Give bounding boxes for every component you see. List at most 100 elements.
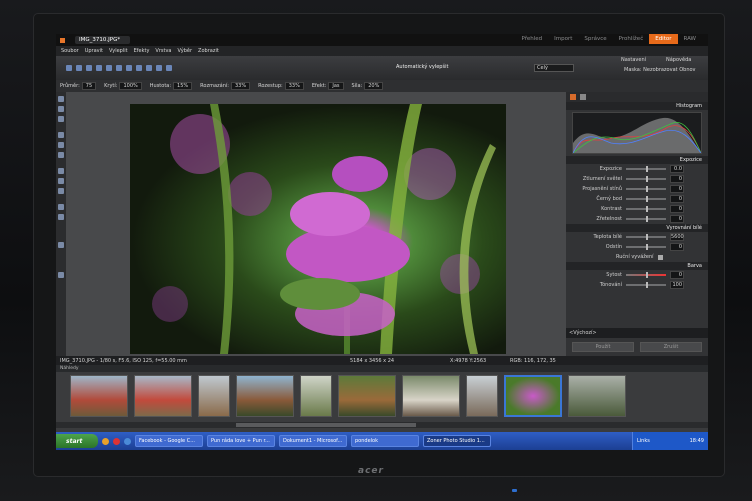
mode-tab-import[interactable]: Import bbox=[548, 34, 578, 44]
blur-field[interactable]: 33% bbox=[230, 82, 251, 90]
print-icon[interactable] bbox=[106, 65, 112, 71]
taskbar-item[interactable]: Dokument1 - Microsof... bbox=[279, 435, 347, 447]
diameter-field[interactable]: 75 bbox=[81, 82, 97, 90]
help-button[interactable]: Nápověda bbox=[666, 57, 691, 63]
move-tool-icon[interactable] bbox=[58, 96, 64, 102]
shadows-slider[interactable] bbox=[626, 186, 666, 192]
selection-tool-icon[interactable] bbox=[58, 106, 64, 112]
menu-file[interactable]: Soubor bbox=[61, 48, 79, 54]
quicklaunch-icon[interactable] bbox=[102, 437, 109, 445]
temperature-value[interactable]: 5600 bbox=[670, 233, 684, 241]
print-tab-icon[interactable] bbox=[580, 94, 586, 100]
mask-select[interactable]: Maska: Nezobrazovat Obnov bbox=[624, 67, 696, 73]
fill-tool-icon[interactable] bbox=[58, 214, 64, 220]
menu-effects[interactable]: Efekty bbox=[134, 48, 150, 54]
menu-enhance[interactable]: Vyleplit bbox=[109, 48, 128, 54]
image-canvas[interactable] bbox=[66, 92, 566, 356]
temperature-slider[interactable] bbox=[626, 234, 666, 240]
thumbnail-selected[interactable] bbox=[504, 375, 562, 417]
undo-icon[interactable] bbox=[66, 65, 72, 71]
white-balance-header[interactable]: Vyrovnání bílé bbox=[566, 224, 708, 232]
cancel-button[interactable]: Zrušit bbox=[640, 342, 702, 352]
clone-tool-icon[interactable] bbox=[58, 142, 64, 148]
save-icon[interactable] bbox=[96, 65, 102, 71]
thumbnail[interactable] bbox=[134, 375, 192, 417]
menu-selection[interactable]: Výběr bbox=[177, 48, 192, 54]
mode-tab-manager[interactable]: Správce bbox=[578, 34, 612, 44]
text-tool-icon[interactable] bbox=[58, 188, 64, 194]
mode-tab-viewer[interactable]: Prohlížeč bbox=[613, 34, 650, 44]
shape-tool-icon[interactable] bbox=[58, 242, 64, 248]
histogram-header[interactable]: Histogram bbox=[566, 102, 708, 110]
taskbar-item[interactable]: Facebook - Google C... bbox=[135, 435, 203, 447]
contrast-value[interactable]: 0 bbox=[670, 205, 684, 213]
eyedropper-icon[interactable] bbox=[657, 254, 663, 260]
tint-value[interactable]: 0 bbox=[670, 243, 684, 251]
dodge-tool-icon[interactable] bbox=[58, 178, 64, 184]
language-indicator[interactable]: Links bbox=[637, 438, 650, 444]
effect-select[interactable]: Jas bbox=[328, 82, 344, 90]
highlights-value[interactable]: 0 bbox=[670, 175, 684, 183]
quicklaunch-icon[interactable] bbox=[113, 437, 120, 445]
menu-layer[interactable]: Vrstva bbox=[155, 48, 171, 54]
thumbnail[interactable] bbox=[568, 375, 626, 417]
red-eye-tool-icon[interactable] bbox=[58, 168, 64, 174]
menu-edit[interactable]: Upravit bbox=[85, 48, 103, 54]
exposure-header[interactable]: Expozice bbox=[566, 156, 708, 164]
clock[interactable]: 18:49 bbox=[690, 438, 704, 444]
redo-icon[interactable] bbox=[76, 65, 82, 71]
exposure-value[interactable]: 0.0 bbox=[670, 165, 684, 173]
exposure-slider[interactable] bbox=[626, 166, 666, 172]
clarity-slider[interactable] bbox=[626, 216, 666, 222]
thumbnail[interactable] bbox=[70, 375, 128, 417]
thumbnail[interactable] bbox=[338, 375, 396, 417]
thumbnail[interactable] bbox=[198, 375, 230, 417]
strength-field[interactable]: 20% bbox=[364, 82, 384, 90]
eraser-tool-icon[interactable] bbox=[58, 152, 64, 158]
density-field[interactable]: 15% bbox=[173, 82, 193, 90]
mode-tab-overview[interactable]: Přehled bbox=[515, 34, 548, 44]
contrast-slider[interactable] bbox=[626, 206, 666, 212]
open-icon[interactable] bbox=[86, 65, 92, 71]
menu-view[interactable]: Zobrazit bbox=[198, 48, 219, 54]
manual-wb-button[interactable]: Ruční vyvážení bbox=[616, 254, 654, 260]
highlights-slider[interactable] bbox=[626, 176, 666, 182]
taskbar-item[interactable]: Pun ráda love + Pun r... bbox=[207, 435, 275, 447]
taskbar-item[interactable]: pondelok bbox=[351, 435, 419, 447]
saturation-value[interactable]: 0 bbox=[670, 271, 684, 279]
thumbnail[interactable] bbox=[402, 375, 460, 417]
black-point-slider[interactable] bbox=[626, 196, 666, 202]
copy-icon[interactable] bbox=[116, 65, 122, 71]
paste-icon[interactable] bbox=[126, 65, 132, 71]
clarity-value[interactable]: 0 bbox=[670, 215, 684, 223]
color-picker-icon[interactable] bbox=[58, 204, 64, 210]
zoom-tool-icon[interactable] bbox=[58, 272, 64, 278]
resize-icon[interactable] bbox=[166, 65, 172, 71]
step-field[interactable]: 33% bbox=[284, 82, 304, 90]
previous-button[interactable]: Obnov bbox=[679, 67, 695, 73]
mode-tab-editor[interactable]: Editor bbox=[649, 34, 678, 44]
apply-button[interactable]: Použít bbox=[572, 342, 634, 352]
toning-slider[interactable] bbox=[626, 282, 666, 288]
mode-tab-raw[interactable]: RAW bbox=[678, 34, 703, 44]
thumbnail[interactable] bbox=[466, 375, 498, 417]
preset-select[interactable]: <Výchozí> bbox=[566, 328, 708, 338]
thumbnail[interactable] bbox=[300, 375, 332, 417]
taskbar-item-active[interactable]: Zoner Photo Studio 1... bbox=[423, 435, 491, 447]
black-point-value[interactable]: 0 bbox=[670, 195, 684, 203]
document-tab[interactable]: IMG_3710.JPG* bbox=[75, 36, 131, 44]
auto-enhance-button[interactable]: Automatický vylepšit bbox=[396, 64, 448, 70]
crop-tool-icon[interactable] bbox=[58, 116, 64, 122]
crop-icon[interactable] bbox=[156, 65, 162, 71]
quicklaunch-icon[interactable] bbox=[124, 437, 131, 445]
brush-tool-icon[interactable] bbox=[58, 132, 64, 138]
thumbnail-scrollbar[interactable] bbox=[56, 422, 708, 428]
thumbnail[interactable] bbox=[236, 375, 294, 417]
rotate-right-icon[interactable] bbox=[146, 65, 152, 71]
tint-slider[interactable] bbox=[626, 244, 666, 250]
settings-button[interactable]: Nastavení bbox=[621, 57, 646, 63]
start-button[interactable]: start bbox=[56, 434, 98, 448]
palette-tab-icon[interactable] bbox=[570, 94, 576, 100]
coverage-field[interactable]: 100% bbox=[119, 82, 142, 90]
saturation-slider[interactable] bbox=[626, 272, 666, 278]
